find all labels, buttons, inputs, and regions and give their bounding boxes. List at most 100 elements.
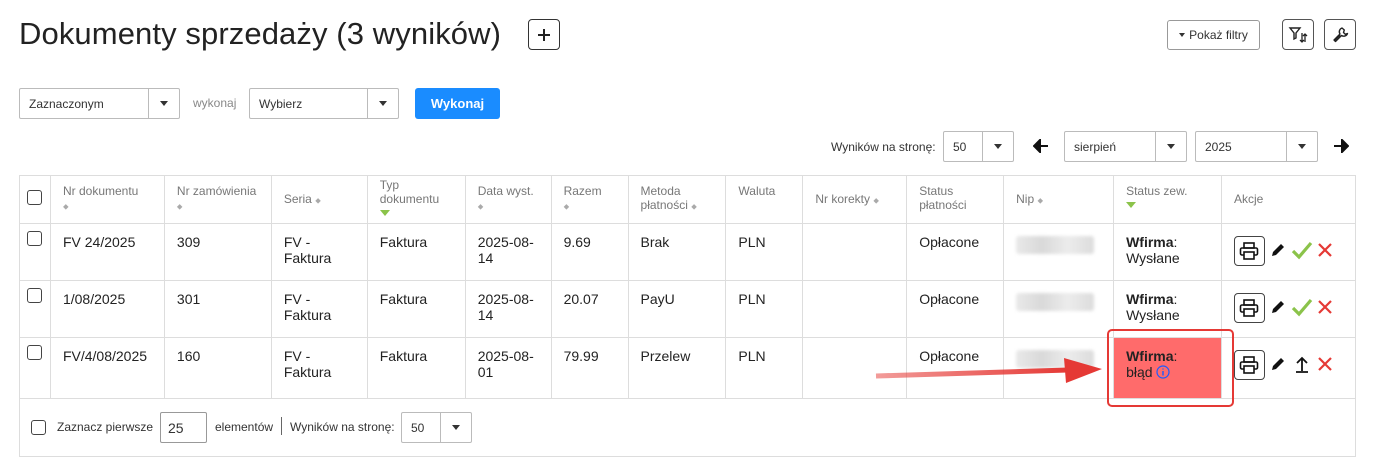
col-nr-zamowienia[interactable]: Nr zamówienia ⬥ [163,175,272,224]
redacted-nip [1016,236,1095,254]
per-page-select[interactable]: 50 [943,131,1014,162]
arrow-left-icon [1033,139,1048,153]
footer-per-page-select[interactable]: 50 [401,412,472,443]
month-select[interactable]: sierpień [1064,131,1187,162]
page-title: Dokumenty sprzedaży (3 wyników) [19,16,502,51]
pencil-icon [1271,243,1284,256]
per-page-label: Wyników na stronę: [831,140,936,154]
select-first-checkbox[interactable] [31,420,46,435]
edit-button[interactable] [1269,241,1287,262]
printer-icon [1240,356,1259,374]
error-highlight-frame [1107,329,1234,407]
table-row: FV 24/2025 309 FV - Faktura Faktura 2025… [19,223,1357,281]
check-icon [1291,298,1313,316]
cell-razem: 20.07 [550,280,629,338]
cell-typ: Faktura [366,223,466,281]
printer-icon [1240,242,1259,260]
cell-data: 2025-08-14 [464,280,552,338]
col-nip[interactable]: Nip ⬥ [1003,175,1115,224]
cell-order: 301 [163,280,272,338]
redacted-nip [1016,350,1095,368]
add-document-button[interactable] [528,19,560,50]
cell-nip [1003,223,1115,281]
confirm-button[interactable] [1291,297,1313,320]
next-month-button[interactable] [1331,136,1351,156]
cell-actions [1220,223,1357,281]
cell-status: Opłacone [906,223,1005,281]
filter-sort-button[interactable] [1282,19,1314,50]
col-data-wyst[interactable]: Data wyst. ⬥ [464,175,552,224]
delete-button[interactable] [1317,356,1333,375]
col-nr-korekty[interactable]: Nr korekty ⬥ [802,175,908,224]
cell-nip [1003,280,1115,338]
settings-button[interactable] [1324,19,1356,50]
cell-data: 2025-08-01 [464,337,552,399]
cell-status: Opłacone [906,337,1005,399]
show-filters-button[interactable]: Pokaż filtry [1167,20,1260,50]
arrow-right-icon [1334,139,1349,153]
col-typ-dokumentu[interactable]: Typ dokumentu [366,175,466,224]
year-select[interactable]: 2025 [1195,131,1318,162]
cell-order: 309 [163,223,272,281]
col-razem[interactable]: Razem ⬥ [550,175,629,224]
wrench-icon [1333,26,1349,42]
sort-icon: ⬥ [691,202,697,211]
sort-active-icon [379,210,390,216]
select-all-checkbox[interactable] [27,190,42,205]
caret-down-icon [1167,144,1175,149]
upload-button[interactable] [1294,355,1310,376]
col-status-zew[interactable]: Status zew. [1113,175,1222,224]
delete-button[interactable] [1317,299,1333,318]
bulk-scope-value: Zaznaczonym [29,96,104,111]
row-checkbox[interactable] [27,345,42,360]
caret-down-icon [994,144,1002,149]
prev-month-button[interactable] [1031,136,1051,156]
col-seria[interactable]: Seria ⬥ [270,175,368,224]
select-first-input[interactable]: 25 [160,412,207,443]
bulk-action-select[interactable]: Wybierz [249,88,399,119]
cell-waluta: PLN [725,280,804,338]
cell-nr: FV 24/2025 [49,223,165,281]
cell-actions [1220,337,1357,399]
caret-down-icon [160,101,168,106]
month-value: sierpień [1074,139,1117,154]
cell-korekty [802,337,908,399]
row-checkbox[interactable] [27,231,42,246]
year-value: 2025 [1205,139,1232,154]
row-checkbox[interactable] [27,288,42,303]
footer-per-page-label: Wyników na stronę: [290,420,395,434]
printer-icon [1240,299,1259,317]
bulk-action-value: Wybierz [259,96,303,111]
upload-icon [1295,356,1308,373]
cell-seria: FV - Faktura [270,280,368,338]
cell-waluta: PLN [725,223,804,281]
execute-button[interactable]: Wykonaj [415,88,500,119]
close-icon [1318,242,1332,257]
cell-seria: FV - Faktura [270,337,368,399]
delete-button[interactable] [1317,242,1333,261]
plus-icon [538,28,550,41]
redacted-nip [1016,293,1095,311]
edit-button[interactable] [1269,298,1287,319]
col-nr-dokumentu[interactable]: Nr dokumentu ⬥ [49,175,165,224]
bulk-action-prefix: wykonaj [193,96,237,110]
col-waluta[interactable]: Waluta [725,175,804,224]
bulk-scope-select[interactable]: Zaznaczonym [19,88,180,119]
sort-icon: ⬥ [176,202,183,211]
print-button[interactable] [1233,350,1265,380]
col-metoda-platnosci[interactable]: Metoda płatności ⬥ [627,175,727,224]
print-button[interactable] [1233,236,1265,266]
cell-order: 160 [163,337,272,399]
per-page-value: 50 [953,139,967,154]
filter-sort-icon [1288,26,1308,43]
pencil-icon [1271,300,1284,313]
cell-nip [1003,337,1115,399]
print-button[interactable] [1233,293,1265,323]
show-filters-label: Pokaż filtry [1189,28,1248,42]
edit-button[interactable] [1269,355,1287,376]
cell-razem: 79.99 [550,337,629,399]
cell-status: Opłacone [906,280,1005,338]
caret-down-icon [452,425,460,430]
cell-actions [1220,280,1357,338]
confirm-button[interactable] [1291,240,1313,263]
